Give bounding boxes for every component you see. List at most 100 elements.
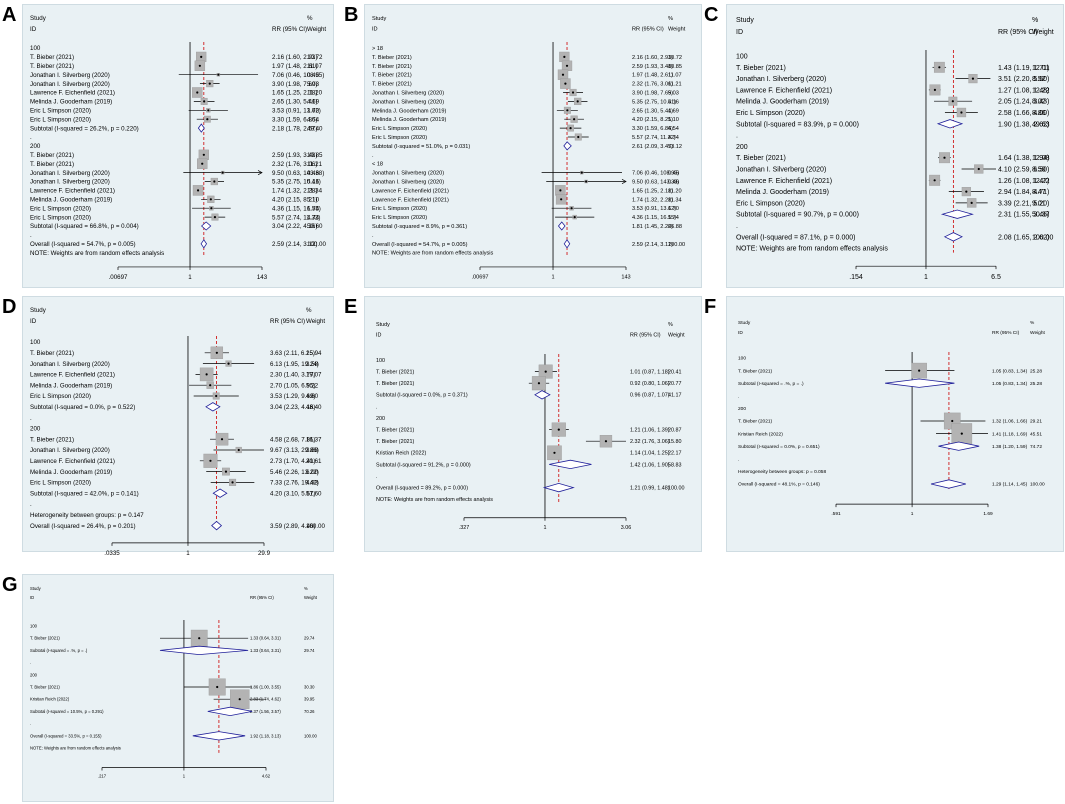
forest-plot-f: Study ID RR (95% CI)% Weight 100 T. Bieber (2…	[738, 320, 1046, 517]
point-estimate	[196, 189, 200, 192]
point-estimate	[201, 162, 204, 165]
column-header-percent: %	[1032, 17, 1038, 24]
row-label: 100	[30, 45, 41, 52]
row-weight: 29.21	[1030, 419, 1042, 425]
column-header-rr: RR (95% CI)	[992, 330, 1020, 336]
column-header-id: ID	[376, 332, 381, 338]
forest-plot-d: Study ID RR (95% CI)% Weight 100 T. Bieber (2…	[30, 307, 325, 557]
column-header-id: ID	[30, 26, 37, 33]
column-header-study: Study	[738, 320, 751, 326]
x-axis-tick-label: 1	[911, 511, 914, 517]
row-weight: 15.94	[306, 350, 322, 357]
row-estimate-ci: 2.65 (1.30, 5.41)	[632, 108, 673, 114]
row-label: Jonathan I. Silverberg (2020)	[372, 90, 444, 96]
row-weight: 8.47	[1032, 189, 1046, 196]
row-estimate-ci: 1.92 (1.18, 3.13)	[250, 733, 281, 738]
row-label: Eric L Simpson (2020)	[372, 126, 427, 132]
point-estimate	[206, 118, 209, 121]
row-weight: 26.88	[668, 224, 682, 230]
row-weight: 10.85	[307, 152, 323, 159]
row-label: Jonathan I. Silverberg (2020)	[30, 361, 110, 368]
row-weight: 5.22	[306, 382, 319, 389]
column-header-percent: %	[307, 15, 313, 22]
row-label: NOTE: Weights are from random effects an…	[376, 497, 493, 503]
row-label: 100	[738, 356, 746, 362]
point-estimate	[569, 127, 572, 130]
row-weight: 10.85	[668, 64, 682, 70]
subtotal-diamond	[557, 221, 566, 231]
row-label: > 18	[372, 46, 383, 52]
column-header-weight: Weight	[668, 332, 685, 338]
row-label: T. Bieber (2021)	[372, 64, 412, 70]
row-label: .	[736, 223, 738, 230]
overall-diamond	[192, 731, 246, 741]
column-header-weight: Weight	[307, 26, 326, 33]
row-estimate-ci: 1.05 (0.83, 1.34)	[992, 381, 1028, 387]
row-label: Jonathan I. Silverberg (2020)	[30, 447, 110, 454]
point-estimate	[960, 432, 963, 435]
row-label: 100	[30, 339, 41, 346]
subtotal-diamond	[200, 221, 212, 231]
column-header-study: Study	[30, 15, 47, 22]
point-estimate	[209, 198, 212, 201]
point-estimate	[213, 180, 216, 183]
row-label: T. Bieber (2021)	[736, 155, 786, 162]
row-weight: 49.63	[1032, 121, 1050, 128]
row-weight: 1.70	[307, 107, 320, 114]
x-axis-tick-label: .00697	[109, 274, 128, 281]
row-weight: 11.21	[668, 82, 682, 88]
row-weight: 5.03	[307, 81, 320, 88]
panel-label-a: A	[2, 4, 17, 26]
row-label: .	[372, 153, 374, 159]
row-weight: 100.00	[668, 242, 685, 248]
row-label: Eric L Simpson (2020)	[30, 205, 91, 212]
overall-diamond	[563, 239, 571, 249]
point-estimate	[238, 698, 241, 701]
row-weight: 100.00	[307, 241, 326, 248]
row-label: Eric L Simpson (2020)	[30, 393, 91, 400]
row-label: Lawrence F. Eichenfield (2021)	[372, 197, 449, 203]
column-header-weight: Weight	[1032, 29, 1054, 36]
row-label: Subtotal (I-squared = 91.2%, p = 0.000)	[376, 462, 471, 468]
point-estimate	[965, 190, 968, 193]
point-estimate	[210, 207, 213, 210]
point-estimate	[960, 111, 963, 114]
row-estimate-ci: 1.01 (0.87, 1.18)	[630, 369, 670, 375]
row-label: Melinda J. Gooderham (2019)	[30, 196, 112, 203]
x-axis-tick-label: 143	[257, 274, 268, 281]
row-estimate-ci: 0.92 (0.80, 1.06)	[630, 381, 670, 387]
row-label: T. Bieber (2021)	[376, 427, 415, 433]
x-axis-tick-label: .154	[849, 274, 863, 281]
column-header-percent: %	[668, 322, 673, 328]
subtotal-diamond	[940, 209, 974, 219]
row-weight: 41.17	[668, 393, 682, 399]
row-estimate-ci: 1.74 (1.32, 2.28)	[632, 197, 673, 203]
column-header-id: ID	[738, 330, 743, 336]
row-label: Subtotal (I-squared = .%, p = .)	[738, 381, 804, 387]
point-estimate	[933, 88, 937, 91]
row-estimate-ci: 1.42 (1.06, 1.90)	[630, 462, 670, 468]
row-label: Eric L Simpson (2020)	[372, 206, 427, 212]
row-estimate-ci: 2.32 (1.76, 3.06)	[630, 439, 670, 445]
row-weight: 4.69	[307, 99, 320, 106]
subtotal-diamond	[938, 441, 980, 451]
row-label: T. Bieber (2021)	[30, 152, 74, 159]
row-label: Subtotal (I-squared = 51.0%, p = 0.031)	[372, 144, 470, 150]
row-label: Melinda J. Gooderham (2019)	[30, 469, 112, 476]
column-header-rr: RR (95% CI)	[270, 318, 305, 325]
x-axis-tick-label: .327	[459, 525, 470, 531]
row-label: Jonathan I. Silverberg (2020)	[372, 99, 444, 105]
point-estimate	[209, 459, 212, 462]
row-label: .	[30, 134, 32, 141]
overall-diamond	[930, 479, 966, 489]
x-axis-tick-label: 3.06	[621, 525, 632, 531]
row-label: Eric L Simpson (2020)	[30, 116, 91, 123]
panel-label-g: G	[2, 574, 18, 596]
row-label: Lawrence F. Eichenfield (2021)	[736, 178, 832, 185]
column-header-id: ID	[736, 29, 743, 36]
point-estimate	[202, 153, 205, 156]
forest-plot-g: Study ID RR (95% CI)% Weight 100 T. Bieber (2…	[30, 586, 318, 779]
panel-label-f: F	[704, 296, 717, 318]
row-label: 100	[376, 358, 385, 364]
row-label: .	[30, 415, 32, 422]
